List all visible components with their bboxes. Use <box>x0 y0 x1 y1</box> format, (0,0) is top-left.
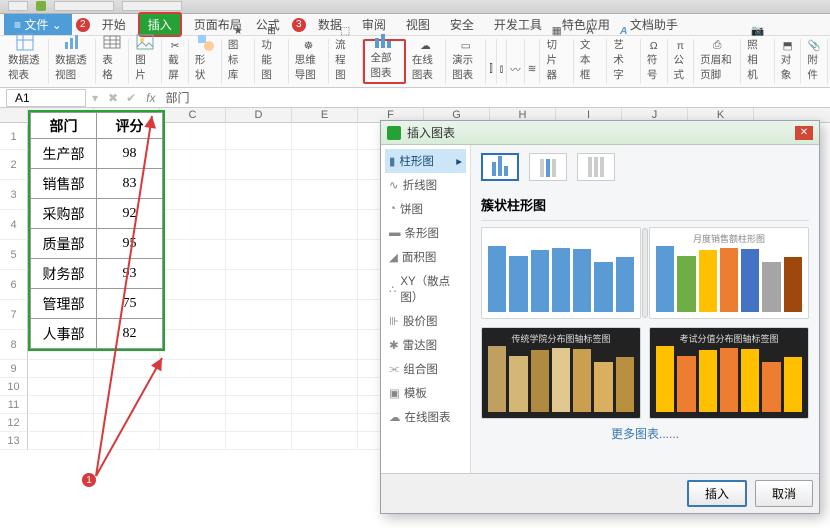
rg-symbol[interactable]: Ω符号 <box>641 39 668 84</box>
rg-mindmap[interactable]: ☸思维导图 <box>289 39 329 84</box>
ribbon: 数据透视表 数据透视图 表格 图片 ✂截屏 形状 ★图标库 ⊞功能图 ☸思维导图… <box>0 36 830 88</box>
side-xy[interactable]: ∴XY（散点图） <box>385 269 466 309</box>
rg-table[interactable]: 表格 <box>96 39 129 84</box>
rg-addin[interactable]: ⊞功能图 <box>255 39 288 84</box>
cancel-icon[interactable]: ✖ <box>104 91 122 105</box>
dialog-main: 簇状柱形图 月度销售额柱形图 传统学院分布图轴标签图 考试分值分布图轴标签图 <box>471 145 819 473</box>
rg-picture[interactable]: 图片 <box>129 39 162 84</box>
side-stock[interactable]: ⊪股价图 <box>385 309 466 333</box>
preview-1[interactable] <box>481 227 641 319</box>
rg-online-chart[interactable]: ☁在线图表 <box>406 39 446 84</box>
table-row: 采购部92 <box>31 199 163 229</box>
rg-object[interactable]: ⬒对象 <box>775 39 802 84</box>
rg-screenshot[interactable]: ✂截屏 <box>162 39 189 84</box>
table-row: 销售部83 <box>31 169 163 199</box>
rg-iconlib[interactable]: ★图标库 <box>222 39 255 84</box>
dropdown-icon[interactable]: ▾ <box>86 91 104 105</box>
table-row: 生产部98 <box>31 139 163 169</box>
fx-icon[interactable]: fx <box>140 91 161 105</box>
style-stacked[interactable] <box>529 153 567 181</box>
rg-pivot-table[interactable]: 数据透视表 <box>2 39 49 84</box>
title-strip <box>0 0 830 14</box>
insert-button[interactable]: 插入 <box>687 480 747 507</box>
rg-formula[interactable]: π公式 <box>668 39 695 84</box>
rg-all-charts[interactable]: 全部图表 <box>363 39 406 84</box>
rg-textbox[interactable]: A文本框 <box>574 39 607 84</box>
formula-bar: ▾ ✖ ✔ fx 部门 <box>0 88 830 108</box>
step-badge-3: 3 <box>292 18 306 32</box>
side-combo[interactable]: ⫘组合图 <box>385 357 466 381</box>
rg-slicer[interactable]: ▦切片器 <box>540 39 573 84</box>
rg-flowchart[interactable]: ⬚流程图 <box>329 39 362 84</box>
tab-assistant[interactable]: 文档助手 <box>622 14 686 35</box>
rg-shape[interactable]: 形状 <box>189 39 222 84</box>
table-row: 人事部82 <box>31 319 163 349</box>
side-radar[interactable]: ✱雷达图 <box>385 333 466 357</box>
preview-2[interactable]: 月度销售额柱形图 <box>649 227 809 319</box>
tab-security[interactable]: 安全 <box>442 14 482 35</box>
data-table[interactable]: 部门评分 生产部98 销售部83 采购部92 质量部95 财务部93 管理部75… <box>28 110 165 351</box>
ribbon-tabs: ≡ 文件 ⌄ 2 开始 插入 页面布局 公式 3 数据 审阅 视图 安全 开发工… <box>0 14 830 36</box>
insert-chart-dialog: 插入图表 ✕ ▮柱形图▸ ∿折线图 ◔饼图 ▬条形图 ◢面积图 ∴XY（散点图）… <box>380 120 820 514</box>
rg-mini4[interactable]: ≋ <box>525 39 541 84</box>
table-row: 财务部93 <box>31 259 163 289</box>
side-line[interactable]: ∿折线图 <box>385 173 466 197</box>
tab-view[interactable]: 视图 <box>398 14 438 35</box>
rg-attachment[interactable]: 📎附件 <box>801 39 828 84</box>
th-score: 评分 <box>97 113 163 139</box>
cancel-button[interactable]: 取消 <box>755 480 813 507</box>
dialog-footer: 插入 取消 <box>381 473 819 513</box>
chart-type-list: ▮柱形图▸ ∿折线图 ◔饼图 ▬条形图 ◢面积图 ∴XY（散点图） ⊪股价图 ✱… <box>381 145 471 473</box>
table-row: 质量部95 <box>31 229 163 259</box>
rg-headerfooter[interactable]: ⎙页眉和页脚 <box>694 39 741 84</box>
name-box[interactable] <box>6 89 86 107</box>
rg-mini3[interactable]: 〰 <box>507 39 525 84</box>
side-bar[interactable]: ▬条形图 <box>385 221 466 245</box>
th-dept: 部门 <box>31 113 97 139</box>
preview-3[interactable]: 传统学院分布图轴标签图 <box>481 327 641 419</box>
rg-wordart[interactable]: A艺术字 <box>607 39 640 84</box>
style-100stacked[interactable] <box>577 153 615 181</box>
rg-present-chart[interactable]: ▭演示图表 <box>446 39 486 84</box>
confirm-icon[interactable]: ✔ <box>122 91 140 105</box>
preview-4[interactable]: 考试分值分布图轴标签图 <box>649 327 809 419</box>
dialog-title: 插入图表 <box>407 124 455 141</box>
side-template[interactable]: ▣模板 <box>385 381 466 405</box>
side-online[interactable]: ☁在线图表 <box>385 405 466 429</box>
wps-icon <box>387 126 401 140</box>
formula-value[interactable]: 部门 <box>162 89 190 106</box>
rg-mini1[interactable]: ⫿ <box>486 39 496 84</box>
rg-camera[interactable]: 📷照相机 <box>741 39 774 84</box>
style-clustered[interactable] <box>481 153 519 181</box>
tab-dev[interactable]: 开发工具 <box>486 14 550 35</box>
rg-mini2[interactable]: ⫾ <box>497 39 507 84</box>
section-title: 簇状柱形图 <box>481 195 809 214</box>
more-charts-link[interactable]: 更多图表...... <box>481 419 809 448</box>
dialog-titlebar[interactable]: 插入图表 ✕ <box>381 121 819 145</box>
side-pie[interactable]: ◔饼图 <box>385 197 466 221</box>
rg-pivot-chart[interactable]: 数据透视图 <box>49 39 96 84</box>
step-badge-1: 1 <box>82 473 96 487</box>
preview-grid: 月度销售额柱形图 传统学院分布图轴标签图 考试分值分布图轴标签图 <box>481 227 809 419</box>
side-column[interactable]: ▮柱形图▸ <box>385 149 466 173</box>
step-badge-2: 2 <box>76 18 90 32</box>
style-swatches <box>481 153 809 181</box>
side-area[interactable]: ◢面积图 <box>385 245 466 269</box>
table-row: 管理部75 <box>31 289 163 319</box>
close-icon[interactable]: ✕ <box>795 126 813 140</box>
